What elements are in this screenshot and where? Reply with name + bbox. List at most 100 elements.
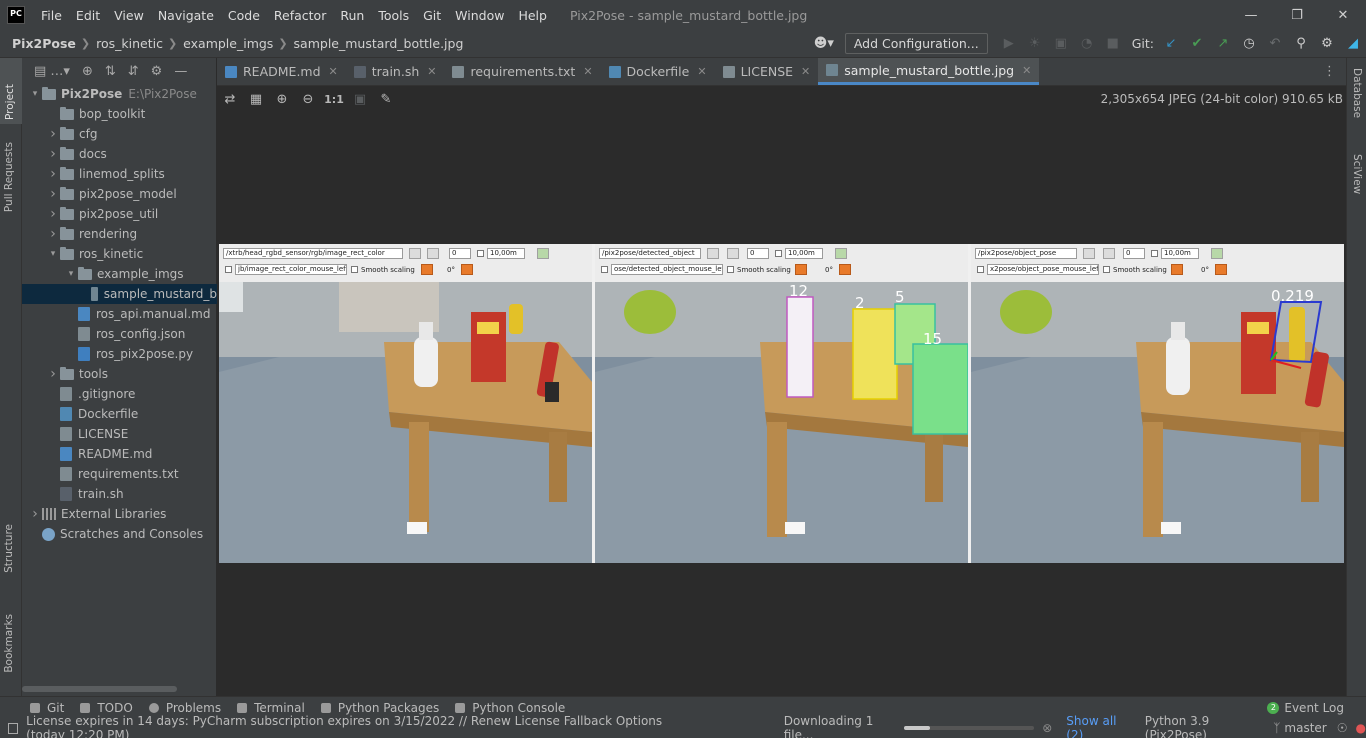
value-spinbox[interactable]: 0 bbox=[449, 248, 471, 259]
chevron-right-icon[interactable]: › bbox=[46, 366, 60, 382]
jetbrains-toolbox-icon[interactable]: ◢ bbox=[1340, 36, 1366, 51]
checkbox[interactable] bbox=[477, 250, 484, 257]
rotate-left-icon[interactable] bbox=[421, 264, 433, 275]
settings-icon[interactable]: ⚙ bbox=[1314, 36, 1340, 51]
structure-tool-tab[interactable]: Structure bbox=[3, 524, 15, 573]
history-icon[interactable]: ◷ bbox=[1236, 36, 1262, 51]
zoom-in-icon[interactable]: ⊕ bbox=[269, 92, 295, 107]
rotate-right-icon[interactable] bbox=[461, 264, 473, 275]
mouse-topic-input[interactable]: jb/image_rect_color_mouse_left bbox=[235, 264, 347, 275]
editor-tab[interactable]: LICENSE ✕ bbox=[715, 58, 819, 85]
tree-item[interactable]: bop_toolkit bbox=[22, 104, 217, 124]
rollback-icon[interactable]: ↶ bbox=[1262, 36, 1288, 51]
hide-icon[interactable]: — bbox=[174, 64, 187, 79]
actual-size-button[interactable]: 1:1 bbox=[321, 93, 347, 106]
menu-run[interactable]: Run bbox=[333, 8, 371, 23]
grid-icon[interactable]: ▦ bbox=[243, 92, 269, 107]
editor-tab[interactable]: train.sh ✕ bbox=[346, 58, 445, 85]
tree-item[interactable]: train.sh bbox=[22, 484, 217, 504]
close-tab-icon[interactable]: ✕ bbox=[329, 65, 338, 78]
fit-zoom-icon[interactable]: ⇄ bbox=[217, 92, 243, 107]
cancel-download-icon[interactable]: ⊗ bbox=[1042, 721, 1052, 735]
tree-item[interactable]: LICENSE bbox=[22, 424, 217, 444]
zoom-icon[interactable] bbox=[427, 248, 439, 259]
ide-error-icon[interactable]: ● bbox=[1356, 721, 1366, 735]
menu-edit[interactable]: Edit bbox=[69, 8, 107, 23]
menu-tools[interactable]: Tools bbox=[371, 8, 416, 23]
profile-icon[interactable]: ◔ bbox=[1074, 36, 1100, 51]
close-tab-icon[interactable]: ✕ bbox=[1022, 64, 1031, 77]
refresh-icon[interactable] bbox=[707, 248, 719, 259]
menu-code[interactable]: Code bbox=[221, 8, 267, 23]
problems-tool-button[interactable]: Problems bbox=[148, 701, 221, 715]
coverage-icon[interactable]: ▣ bbox=[1048, 36, 1074, 51]
mouse-topic-input[interactable]: ose/detected_object_mouse_left bbox=[611, 264, 723, 275]
run-icon[interactable]: ▶ bbox=[996, 36, 1022, 51]
smooth-scaling-checkbox[interactable] bbox=[727, 266, 734, 273]
add-configuration-button[interactable]: Add Configuration... bbox=[844, 33, 988, 54]
tree-item[interactable]: › docs bbox=[22, 144, 217, 164]
user-icon[interactable]: ☻▾ bbox=[811, 36, 837, 51]
sciview-tool-tab[interactable]: SciView bbox=[1351, 154, 1363, 194]
tree-item[interactable]: ▾ ros_kinetic bbox=[22, 244, 217, 264]
background-icon[interactable]: ▣ bbox=[347, 92, 373, 107]
topic-select[interactable]: /pix2pose/detected_object bbox=[599, 248, 701, 259]
todo-tool-button[interactable]: TODO bbox=[80, 701, 133, 715]
close-tab-icon[interactable]: ✕ bbox=[801, 65, 810, 78]
refresh-icon[interactable] bbox=[1083, 248, 1095, 259]
checkbox[interactable] bbox=[775, 250, 782, 257]
chevron-right-icon[interactable]: › bbox=[46, 146, 60, 162]
project-tool-tab[interactable]: Project bbox=[0, 58, 22, 124]
breadcrumb-file[interactable]: sample_mustard_bottle.jpg bbox=[288, 36, 464, 51]
tree-item[interactable]: › pix2pose_model bbox=[22, 184, 217, 204]
close-tab-icon[interactable]: ✕ bbox=[583, 65, 592, 78]
terminal-tool-button[interactable]: Terminal bbox=[237, 701, 305, 715]
breadcrumb-folder[interactable]: ros_kinetic bbox=[90, 36, 163, 51]
chevron-right-icon[interactable]: › bbox=[46, 186, 60, 202]
chevron-down-icon[interactable]: ▾ bbox=[46, 249, 60, 259]
menu-window[interactable]: Window bbox=[448, 8, 511, 23]
rotate-right-icon[interactable] bbox=[1215, 264, 1227, 275]
event-log-button[interactable]: 2 Event Log bbox=[1267, 701, 1344, 715]
python-packages-tool-button[interactable]: Python Packages bbox=[320, 701, 439, 715]
checkbox[interactable] bbox=[977, 266, 984, 273]
tree-item[interactable]: ros_pix2pose.py bbox=[22, 344, 217, 364]
topic-select[interactable]: /xtrb/head_rgbd_sensor/rgb/image_rect_co… bbox=[223, 248, 403, 259]
tree-item[interactable]: › pix2pose_util bbox=[22, 204, 217, 224]
close-tab-icon[interactable]: ✕ bbox=[427, 65, 436, 78]
branch-status[interactable]: master bbox=[1284, 721, 1326, 735]
bookmarks-tool-tab[interactable]: Bookmarks bbox=[3, 614, 15, 673]
locate-icon[interactable]: ⊕ bbox=[82, 64, 93, 79]
mouse-topic-input[interactable]: x2pose/object_pose_mouse_left bbox=[987, 264, 1099, 275]
editor-tab[interactable]: requirements.txt ✕ bbox=[444, 58, 600, 85]
tree-item[interactable]: ▾ example_imgs bbox=[22, 264, 217, 284]
close-tab-icon[interactable]: ✕ bbox=[697, 65, 706, 78]
smooth-scaling-checkbox[interactable] bbox=[1103, 266, 1110, 273]
more-tabs-icon[interactable]: ⋮ bbox=[1313, 58, 1346, 85]
tree-item[interactable]: › cfg bbox=[22, 124, 217, 144]
chevron-down-icon[interactable]: ▾ bbox=[64, 269, 78, 279]
checkbox[interactable] bbox=[601, 266, 608, 273]
tree-item[interactable]: requirements.txt bbox=[22, 464, 217, 484]
zoom-spinbox[interactable]: 10,00m bbox=[487, 248, 525, 259]
refresh-icon[interactable] bbox=[409, 248, 421, 259]
tree-item[interactable]: Scratches and Consoles bbox=[22, 524, 217, 544]
search-icon[interactable]: ⚲ bbox=[1288, 36, 1314, 51]
save-icon[interactable] bbox=[537, 248, 549, 259]
menu-help[interactable]: Help bbox=[511, 8, 554, 23]
save-icon[interactable] bbox=[835, 248, 847, 259]
gear-icon[interactable]: ⚙ bbox=[151, 64, 163, 79]
zoom-out-icon[interactable]: ⊖ bbox=[295, 92, 321, 107]
menu-refactor[interactable]: Refactor bbox=[267, 8, 333, 23]
zoom-spinbox[interactable]: 10,00m bbox=[1161, 248, 1199, 259]
tree-item[interactable]: › rendering bbox=[22, 224, 217, 244]
chevron-down-icon[interactable]: ▾ bbox=[28, 89, 42, 99]
checkbox[interactable] bbox=[225, 266, 232, 273]
lock-icon[interactable]: ☉ bbox=[1337, 721, 1348, 735]
git-commit-icon[interactable]: ✔ bbox=[1184, 36, 1210, 51]
topic-select[interactable]: /pix2pose/object_pose bbox=[975, 248, 1077, 259]
chevron-right-icon[interactable]: › bbox=[28, 506, 42, 522]
rotate-left-icon[interactable] bbox=[1171, 264, 1183, 275]
expand-all-icon[interactable]: ⇅ bbox=[105, 64, 116, 79]
tree-item[interactable]: › tools bbox=[22, 364, 217, 384]
